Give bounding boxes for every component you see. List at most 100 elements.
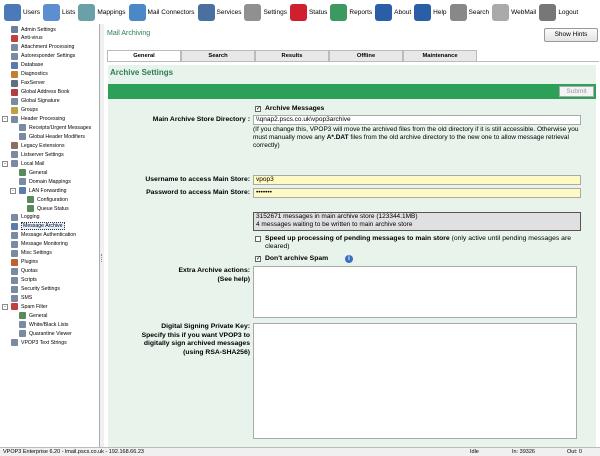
sidebar-item-vpop3-text-strings[interactable]: VPOP3 Text Strings	[11, 338, 67, 347]
tab-results[interactable]: Results	[255, 50, 329, 61]
diagnostics-icon	[11, 70, 18, 78]
sidebar-item-plugins[interactable]: Plugins	[11, 258, 38, 267]
tree-collapse-toggle[interactable]: -	[10, 187, 16, 194]
anti-virus-icon	[11, 34, 18, 42]
sidebar-item-misc-settings[interactable]: Misc Settings	[11, 249, 52, 258]
archive-status-box: 3152671 messages in main archive store (…	[253, 212, 581, 231]
toolbar-label: Users	[23, 8, 40, 16]
toolbar-mappings-button[interactable]: Mappings	[78, 1, 126, 23]
sidebar-item-label: Misc Settings	[21, 250, 52, 257]
main-store-dir-input[interactable]: \\qnap2.pscs.co.uk\vpop3archive	[253, 115, 581, 125]
sidebar-item-anti-virus[interactable]: Anti-virus	[11, 34, 43, 43]
sidebar-item-white-black-lists[interactable]: White/Black Lists	[19, 320, 69, 329]
sidebar-item-queue-status[interactable]: Queue Status	[27, 204, 69, 213]
text-strings-icon	[11, 339, 18, 347]
sidebar-item-admin-settings[interactable]: Admin Settings	[11, 25, 56, 34]
sidebar-item-sms[interactable]: SMS	[11, 294, 32, 303]
sidebar-item-database[interactable]: Database	[11, 61, 43, 70]
sidebar-item-attachment-processing[interactable]: Attachment Processing	[11, 43, 74, 52]
sidebar-item-security-settings[interactable]: Security Settings	[11, 285, 60, 294]
sidebar-item-general[interactable]: General	[19, 311, 47, 320]
sidebar-item-spam-filter[interactable]: Spam Filter	[11, 302, 48, 311]
tree-collapse-toggle[interactable]: -	[2, 116, 8, 122]
toolbar-settings-button[interactable]: Settings	[244, 1, 287, 23]
toolbar-status-button[interactable]: Status	[289, 1, 327, 23]
tab-divider	[107, 61, 599, 62]
status-icon	[289, 3, 307, 21]
sidebar-item-local-mail[interactable]: Local Mail	[11, 159, 44, 168]
toolbar-help-button[interactable]: Help	[414, 1, 447, 23]
sidebar-item-domain-mappings[interactable]: Domain Mappings	[19, 177, 71, 186]
status-bar: VPOP3 Enterprise 6.20 - lmail.pscs.co.uk…	[0, 447, 600, 456]
info-icon[interactable]: i	[345, 255, 353, 263]
sidebar-item-faxserver[interactable]: FaxServer	[11, 79, 45, 88]
tab-maintenance[interactable]: Maintenance	[403, 50, 477, 61]
dont-archive-spam-label: Don't archive Spam	[265, 255, 329, 262]
toolbar-webmail-button[interactable]: WebMail	[492, 1, 536, 23]
sidebar-item-configuration[interactable]: Configuration	[27, 195, 68, 204]
help-icon	[414, 3, 432, 21]
dir-note-bold: A*.DAT	[326, 134, 349, 141]
speed-up-checkbox[interactable]	[255, 236, 261, 242]
sidebar-item-label: Diagnostics	[21, 71, 48, 78]
action-bar: Submit	[108, 84, 596, 99]
tab-general[interactable]: General	[107, 50, 181, 61]
sidebar-item-global-header-modifiers[interactable]: Global Header Modifiers	[19, 132, 85, 141]
sidebar-item-diagnostics[interactable]: Diagnostics	[11, 70, 48, 79]
toolbar-users-button[interactable]: Users	[4, 1, 40, 23]
sidebar-item-label: Receipts/Urgent Messages	[29, 124, 92, 131]
toolbar-services-button[interactable]: Services	[197, 1, 241, 23]
sidebar-item-header-processing[interactable]: Header Processing	[11, 115, 65, 124]
sidebar-item-global-signature[interactable]: Global Signature	[11, 97, 60, 106]
toolbar-label: Lists	[61, 8, 76, 16]
show-hints-button[interactable]: Show Hints	[544, 28, 598, 42]
dont-archive-spam-checkbox[interactable]: ✓	[255, 256, 261, 262]
sidebar-item-logging[interactable]: Logging	[11, 213, 39, 222]
toolbar-about-button[interactable]: About	[375, 1, 411, 23]
tree-collapse-toggle[interactable]: -	[2, 303, 8, 310]
sidebar-item-label: Quarantine Viewer	[29, 330, 72, 337]
username-input[interactable]: vpop3	[253, 175, 581, 185]
archive-status-line-2: 4 messages waiting to be written to main…	[256, 221, 413, 228]
sidebar-item-global-address-book[interactable]: Global Address Book	[11, 88, 69, 97]
misc-settings-icon	[11, 249, 18, 257]
legacy-extensions-icon	[11, 142, 18, 150]
tree-collapse-toggle[interactable]: -	[2, 160, 8, 167]
queue-status-icon	[27, 205, 34, 212]
tab-offline[interactable]: Offline	[329, 50, 403, 61]
submit-button[interactable]: Submit	[559, 86, 594, 97]
toolbar-reports-button[interactable]: Reports	[330, 1, 372, 23]
logout-icon	[539, 3, 557, 21]
sidebar-item-message-monitoring[interactable]: Message Monitoring	[11, 240, 68, 249]
header-processing-icon	[11, 115, 18, 123]
tab-search[interactable]: Search	[181, 50, 255, 61]
sidebar-item-scripts[interactable]: Scripts	[11, 276, 37, 285]
password-input[interactable]: •••••••	[253, 188, 581, 198]
sidebar-item-autoresponder-settings[interactable]: Autoresponder Settings	[11, 52, 75, 61]
signing-label-4: (using RSA-SHA256)	[183, 349, 250, 356]
sidebar-item-lan-forwarding[interactable]: LAN Forwarding	[19, 186, 66, 195]
sidebar-item-message-authentication[interactable]: Message Authentication	[11, 231, 76, 240]
sidebar-item-quarantine-viewer[interactable]: Quarantine Viewer	[19, 329, 72, 338]
toolbar-lists-button[interactable]: Lists	[42, 1, 76, 23]
archive-messages-checkbox[interactable]: ✓	[255, 106, 261, 112]
toolbar-logout-button[interactable]: Logout	[539, 1, 578, 23]
sidebar-item-listserver-settings[interactable]: Listserver Settings	[11, 150, 64, 159]
database-icon	[11, 61, 18, 69]
signing-key-textarea[interactable]	[253, 323, 577, 439]
splitter-grip[interactable]	[101, 254, 103, 262]
sidebar-item-quotas[interactable]: Quotas	[11, 267, 38, 276]
sidebar-item-legacy-extensions[interactable]: Legacy Extensions	[11, 141, 65, 150]
sidebar-item-receipts-urgent-messages[interactable]: Receipts/Urgent Messages	[19, 123, 91, 132]
scripts-icon	[11, 276, 18, 284]
toolbar-search-button[interactable]: Search	[449, 1, 489, 23]
sidebar-item-groups[interactable]: Groups	[11, 106, 38, 115]
sms-icon	[11, 294, 18, 302]
sidebar-item-message-archive[interactable]: Message Archive	[11, 222, 65, 231]
username-label: Username to access Main Store:	[145, 176, 250, 183]
status-state: Idle	[470, 449, 479, 455]
sidebar-item-label: FaxServer	[21, 80, 45, 87]
extra-actions-textarea[interactable]	[253, 266, 577, 318]
sidebar-item-general[interactable]: General	[19, 168, 47, 177]
toolbar-mail-connectors-button[interactable]: Mail Connectors	[128, 1, 195, 23]
